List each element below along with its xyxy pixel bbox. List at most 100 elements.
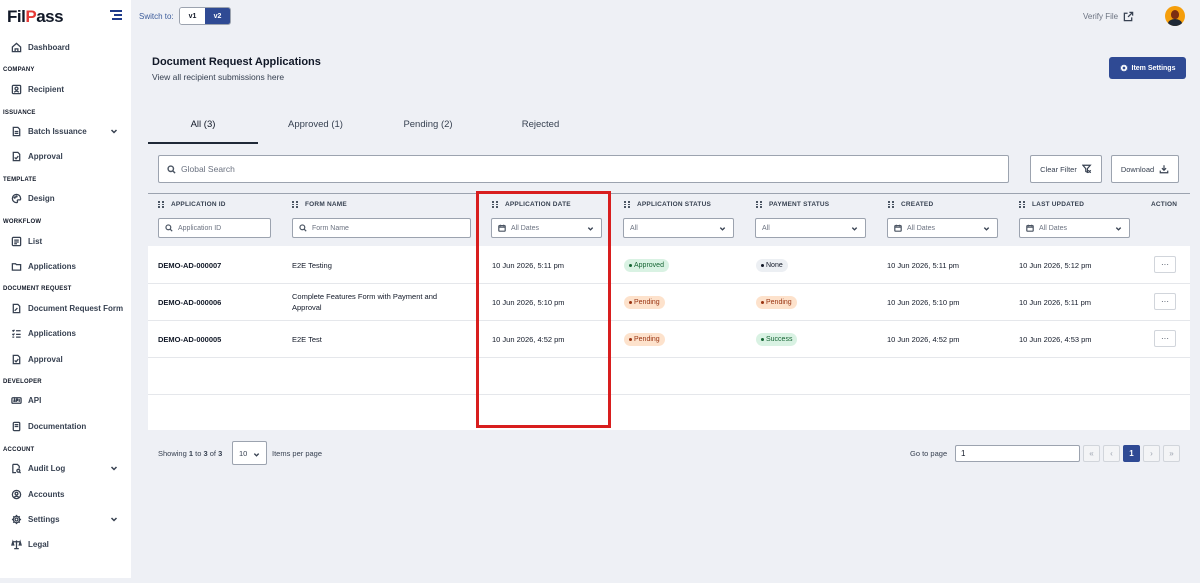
row-divider xyxy=(148,320,1190,321)
sidebar-item-document-applications[interactable]: Applications xyxy=(10,324,76,342)
drag-handle-icon[interactable] xyxy=(756,201,762,208)
column-header-payment-status[interactable]: PAYMENT STATUS xyxy=(756,201,829,208)
row-divider xyxy=(148,283,1190,284)
external-link-icon xyxy=(1123,11,1134,22)
user-avatar[interactable] xyxy=(1165,6,1185,26)
cell-application-id[interactable]: DEMO-AD-000005 xyxy=(158,335,221,344)
verify-file-link[interactable]: Verify File xyxy=(1083,11,1134,22)
column-header-action: ACTION xyxy=(1151,201,1178,208)
sidebar-item-accounts[interactable]: Accounts xyxy=(10,485,64,503)
global-search-input[interactable]: Global Search xyxy=(158,155,1009,183)
application-date-highlight xyxy=(476,191,611,428)
sidebar-item-design[interactable]: Design xyxy=(10,189,55,207)
sidebar-section-account: ACCOUNT xyxy=(3,447,35,453)
column-header-created[interactable]: CREATED xyxy=(888,201,933,208)
chevron-down-icon xyxy=(253,453,260,457)
gear-icon xyxy=(1119,64,1128,72)
filter-value: All xyxy=(630,224,638,232)
items-per-page-select[interactable]: 10 xyxy=(232,441,267,465)
range-total: 3 xyxy=(218,449,223,458)
column-header-label: CREATED xyxy=(901,201,934,208)
sidebar-item-documentation[interactable]: Documentation xyxy=(10,417,86,435)
drag-handle-icon[interactable] xyxy=(158,201,164,208)
filter-placeholder: Application ID xyxy=(178,224,222,232)
chevron-down-icon xyxy=(851,227,858,231)
search-icon xyxy=(167,164,176,174)
tab-pending[interactable]: Pending (2) xyxy=(373,119,483,135)
column-header-last-updated[interactable]: LAST UPDATED xyxy=(1019,201,1084,208)
sidebar-item-api[interactable]: API xyxy=(10,391,41,409)
items-per-page-value: 10 xyxy=(239,448,248,458)
application-status-badge: Approved xyxy=(624,259,669,272)
column-header-form-name[interactable]: FORM NAME xyxy=(292,201,347,208)
sidebar-item-settings[interactable]: Settings xyxy=(10,510,118,528)
row-actions-button[interactable]: ··· xyxy=(1154,256,1176,273)
sidebar-section-template: TEMPLATE xyxy=(3,177,37,183)
sidebar-item-list[interactable]: List xyxy=(10,232,42,250)
column-header-application-status[interactable]: APPLICATION STATUS xyxy=(624,201,711,208)
download-icon xyxy=(1159,165,1169,174)
drag-handle-icon[interactable] xyxy=(1019,201,1025,208)
tab-approved[interactable]: Approved (1) xyxy=(258,119,373,135)
sidebar-item-audit-log[interactable]: Audit Log xyxy=(10,459,118,477)
drag-handle-icon[interactable] xyxy=(624,201,630,208)
row-actions-button[interactable]: ··· xyxy=(1154,293,1176,310)
drag-handle-icon[interactable] xyxy=(888,201,894,208)
next-page-button[interactable]: › xyxy=(1143,445,1160,462)
download-button[interactable]: Download xyxy=(1111,155,1179,183)
item-settings-button[interactable]: Item Settings xyxy=(1109,57,1186,79)
items-per-page-label: Items per page xyxy=(272,449,323,458)
filter-application-id-input[interactable]: Application ID xyxy=(158,218,271,238)
drag-handle-icon[interactable] xyxy=(292,201,298,208)
cell-last-updated: 10 Jun 2026, 5:11 pm xyxy=(1019,298,1091,307)
sidebar-item-label: Document Request Form xyxy=(28,303,124,313)
filter-created-select[interactable]: All Dates xyxy=(887,218,998,238)
chevron-down-icon xyxy=(110,515,118,523)
switch-label: Switch to: xyxy=(139,12,174,21)
user-card-icon xyxy=(10,83,22,95)
sidebar-item-recipient[interactable]: Recipient xyxy=(10,80,64,98)
filter-application-status-select[interactable]: All xyxy=(623,218,734,238)
cell-last-updated: 10 Jun 2026, 5:12 pm xyxy=(1019,261,1092,270)
version-v2-button[interactable]: v2 xyxy=(205,8,230,24)
download-label: Download xyxy=(1120,164,1155,174)
tab-rejected[interactable]: Rejected xyxy=(483,119,598,135)
version-v1-button[interactable]: v1 xyxy=(180,8,205,24)
filter-last-updated-select[interactable]: All Dates xyxy=(1019,218,1130,238)
sidebar-item-workflow-applications[interactable]: Applications xyxy=(10,257,76,275)
last-page-button[interactable]: » xyxy=(1163,445,1180,462)
cell-created: 10 Jun 2026, 4:52 pm xyxy=(887,335,960,344)
sidebar-item-document-request-form[interactable]: Document Request Form xyxy=(10,299,123,317)
column-header-application-id[interactable]: APPLICATION ID xyxy=(158,201,226,208)
row-divider xyxy=(148,357,1190,358)
sidebar-item-approval[interactable]: Approval xyxy=(10,147,63,165)
cell-form-name: Complete Features Form with Payment and … xyxy=(292,292,438,312)
filter-value: All xyxy=(762,224,770,232)
calendar-icon xyxy=(1026,224,1034,232)
sidebar-item-label: Approval xyxy=(28,151,63,161)
sidebar-item-label: Dashboard xyxy=(28,42,70,52)
tab-all[interactable]: All (3) xyxy=(148,119,258,135)
first-page-button[interactable]: « xyxy=(1083,445,1100,462)
cell-last-updated: 10 Jun 2026, 4:53 pm xyxy=(1019,335,1092,344)
sidebar-item-label: List xyxy=(28,236,43,246)
prev-page-button[interactable]: ‹ xyxy=(1103,445,1120,462)
payment-status-badge: None xyxy=(756,259,788,272)
sidebar-item-batch-issuance[interactable]: Batch Issuance xyxy=(10,122,118,140)
cell-application-id[interactable]: DEMO-AD-000007 xyxy=(158,261,221,270)
column-header-label: LAST UPDATED xyxy=(1032,201,1085,208)
cell-application-id[interactable]: DEMO-AD-000006 xyxy=(158,298,221,307)
menu-toggle-icon[interactable] xyxy=(110,10,122,20)
sidebar-item-legal[interactable]: Legal xyxy=(10,535,49,553)
sidebar-section-document-request: DOCUMENT REQUEST xyxy=(3,286,72,292)
filter-payment-status-select[interactable]: All xyxy=(755,218,866,238)
sidebar-item-dashboard[interactable]: Dashboard xyxy=(10,38,70,56)
filter-form-name-input[interactable]: Form Name xyxy=(292,218,471,238)
go-to-page-input[interactable]: 1 xyxy=(955,445,1080,462)
app-logo[interactable]: FilPass xyxy=(7,7,64,27)
sidebar: FilPass Dashboard COMPANY Recipient ISSU… xyxy=(0,0,131,578)
page-1-button[interactable]: 1 xyxy=(1123,445,1140,462)
row-actions-button[interactable]: ··· xyxy=(1154,330,1176,347)
clear-filter-button[interactable]: Clear Filter xyxy=(1030,155,1102,183)
sidebar-item-document-approval[interactable]: Approval xyxy=(10,350,63,368)
